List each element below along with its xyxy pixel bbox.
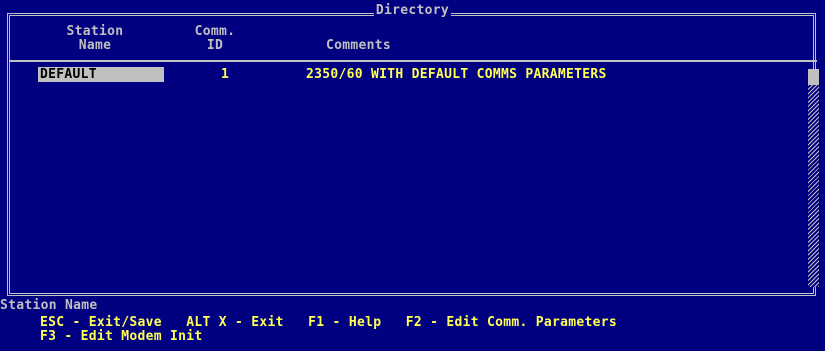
scrollbar-thumb[interactable] (808, 69, 819, 85)
directory-screen: Directory Station Name Comm. ID Comments… (0, 0, 825, 351)
vertical-scrollbar[interactable] (808, 72, 819, 287)
key-help-line-2: F3 - Edit Modem Init (40, 329, 203, 344)
comm-id-cell[interactable]: 1 (221, 67, 229, 82)
window-title: Directory (373, 3, 452, 18)
header-divider (9, 60, 817, 62)
key-help-line-1: ESC - Exit/Save ALT X - Exit F1 - Help F… (40, 315, 617, 330)
column-header-station-name[interactable]: Station Name (40, 25, 150, 53)
directory-frame (7, 13, 816, 296)
column-header-comments[interactable]: Comments (326, 39, 391, 53)
column-header-comm-id[interactable]: Comm. ID (190, 25, 240, 53)
station-name-cell[interactable]: DEFAULT (38, 67, 164, 82)
field-label: Station Name (0, 298, 98, 313)
comments-cell[interactable]: 2350/60 WITH DEFAULT COMMS PARAMETERS (306, 67, 607, 82)
